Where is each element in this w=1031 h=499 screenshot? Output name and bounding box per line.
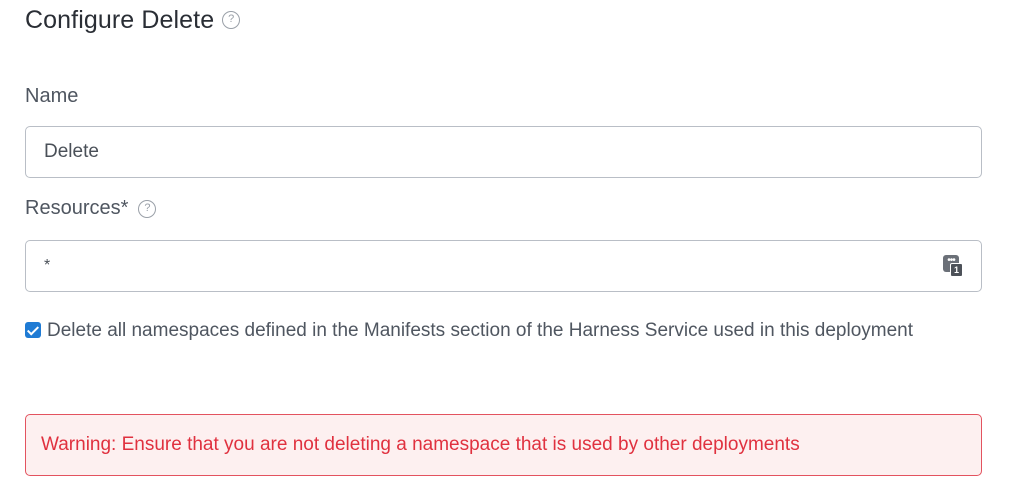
resources-label: Resources* xyxy=(25,197,129,219)
delete-namespaces-label: Delete all namespaces defined in the Man… xyxy=(47,320,914,341)
warning-callout: Warning: Ensure that you are not deletin… xyxy=(25,414,982,476)
name-input-value: Delete xyxy=(44,141,99,162)
resources-input-value: * xyxy=(44,257,51,274)
help-icon[interactable]: ? xyxy=(222,10,241,29)
warning-text: Warning: Ensure that you are not deletin… xyxy=(41,434,800,455)
resources-label-row: Resources* ? xyxy=(25,197,157,220)
expression-badge: 1 xyxy=(950,263,963,277)
name-input[interactable]: Delete xyxy=(25,126,982,178)
delete-namespaces-option[interactable]: Delete all namespaces defined in the Man… xyxy=(25,316,945,346)
delete-namespaces-checkbox[interactable] xyxy=(25,322,41,338)
page-title: Configure Delete xyxy=(25,6,215,34)
header: Configure Delete ? xyxy=(25,6,241,35)
name-label: Name xyxy=(25,85,79,107)
resources-input[interactable]: * ••• 1 xyxy=(25,240,982,292)
expression-input-icon[interactable]: ••• 1 xyxy=(943,255,963,277)
configure-delete-panel: Configure Delete ? Name Delete Resources… xyxy=(0,0,1031,499)
help-icon[interactable]: ? xyxy=(138,199,157,218)
